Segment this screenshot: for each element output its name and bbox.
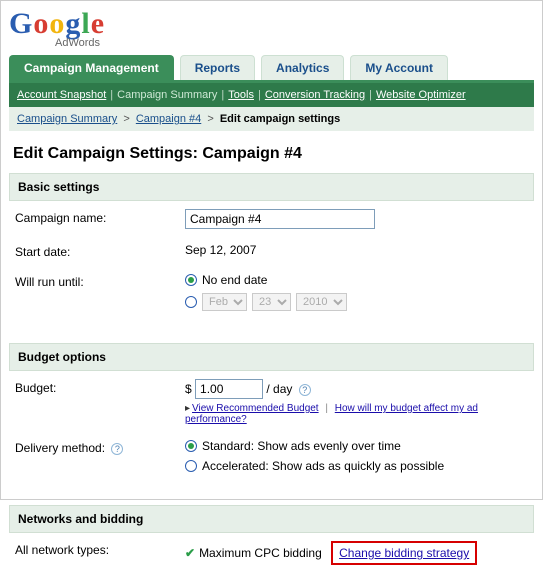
breadcrumb: Campaign Summary > Campaign #4 > Edit ca…	[9, 107, 534, 131]
delivery-help-icon[interactable]: ?	[111, 443, 123, 455]
check-icon: ✔	[185, 546, 195, 560]
tab-campaign-management[interactable]: Campaign Management	[9, 55, 174, 80]
section-budget-options: Budget options	[9, 343, 534, 371]
tab-analytics[interactable]: Analytics	[261, 55, 344, 80]
campaign-name-label: Campaign name:	[15, 209, 185, 225]
budget-input[interactable]	[195, 379, 263, 399]
start-date-label: Start date:	[15, 243, 185, 259]
end-year-select[interactable]: 2010	[296, 293, 347, 311]
subnav-website-optimizer[interactable]: Website Optimizer	[376, 89, 466, 101]
breadcrumb-current: Edit campaign settings	[220, 113, 340, 125]
change-bidding-strategy-link[interactable]: Change bidding strategy	[339, 546, 469, 560]
tab-reports[interactable]: Reports	[180, 55, 255, 80]
per-day-label: / day	[266, 382, 292, 396]
campaign-name-input[interactable]	[185, 209, 375, 229]
delivery-accelerated-radio[interactable]	[185, 460, 197, 472]
view-recommended-budget-link[interactable]: View Recommended Budget	[192, 403, 319, 414]
google-logo: Google	[9, 7, 534, 41]
max-cpc-bidding-label: Maximum CPC bidding	[199, 546, 322, 560]
section-networks-bidding: Networks and bidding	[9, 505, 534, 533]
breadcrumb-campaign-4[interactable]: Campaign #4	[136, 113, 201, 125]
product-name: AdWords	[55, 37, 534, 49]
currency-symbol: $	[185, 382, 192, 396]
subnav-conversion-tracking[interactable]: Conversion Tracking	[265, 89, 365, 101]
breadcrumb-campaign-summary[interactable]: Campaign Summary	[17, 113, 117, 125]
subnav-account-snapshot[interactable]: Account Snapshot	[17, 89, 106, 101]
end-date-radio[interactable]	[185, 296, 197, 308]
end-month-select[interactable]: Feb	[202, 293, 247, 311]
subnav-campaign-summary[interactable]: Campaign Summary	[117, 89, 217, 101]
start-date-value: Sep 12, 2007	[185, 243, 528, 257]
delivery-standard-radio[interactable]	[185, 440, 197, 452]
no-end-date-radio[interactable]	[185, 274, 197, 286]
subnav: Account Snapshot | Campaign Summary | To…	[9, 83, 534, 107]
budget-help-icon[interactable]: ?	[299, 384, 311, 396]
delivery-method-label: Delivery method:	[15, 441, 105, 455]
section-basic-settings: Basic settings	[9, 173, 534, 201]
delivery-standard-label: Standard: Show ads evenly over time	[202, 439, 401, 453]
budget-label: Budget:	[15, 379, 185, 395]
main-tabs: Campaign Management Reports Analytics My…	[9, 55, 534, 83]
delivery-accelerated-label: Accelerated: Show ads as quickly as poss…	[202, 459, 444, 473]
subnav-tools[interactable]: Tools	[228, 89, 254, 101]
end-day-select[interactable]: 23	[252, 293, 291, 311]
tab-my-account[interactable]: My Account	[350, 55, 448, 80]
triangle-icon: ▸	[185, 403, 190, 414]
no-end-date-label: No end date	[202, 273, 267, 287]
will-run-until-label: Will run until:	[15, 273, 185, 289]
highlight-box: Change bidding strategy	[331, 541, 477, 565]
all-network-types-label: All network types:	[15, 541, 185, 557]
page-title: Edit Campaign Settings: Campaign #4	[13, 145, 530, 163]
